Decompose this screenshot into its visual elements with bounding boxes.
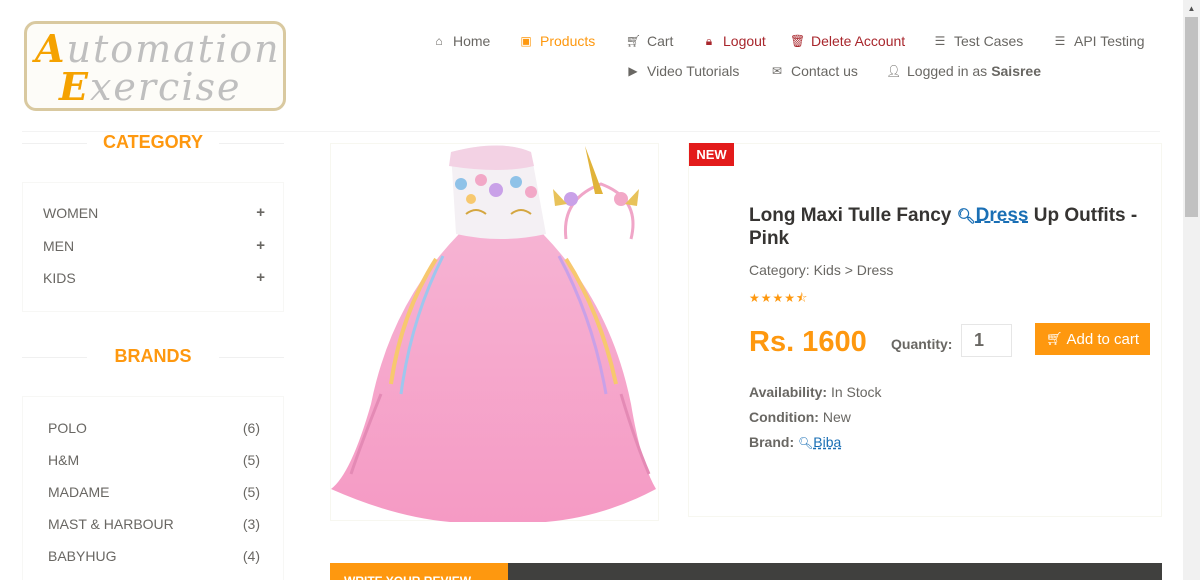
tab-write-review[interactable]: WRITE YOUR REVIEW	[330, 563, 508, 580]
category-panel: WOMEN + MEN + KIDS +	[22, 182, 284, 312]
scroll-thumb[interactable]	[1185, 17, 1198, 217]
list-icon: ☰	[934, 34, 946, 48]
cart-icon: 🛒︎	[1045, 331, 1063, 346]
category-women[interactable]: WOMEN +	[43, 204, 265, 221]
category-title: CATEGORY	[22, 132, 284, 153]
nav-logged-in[interactable]: 👤︎ Logged in as Saisree	[886, 63, 1041, 79]
plus-icon[interactable]: +	[256, 237, 265, 254]
nav-video-tutorials[interactable]: ▶ Video Tutorials	[626, 63, 739, 79]
quantity-label: Quantity:	[891, 336, 953, 352]
brand-item[interactable]: POLO (6)	[48, 420, 260, 436]
new-badge: NEW	[689, 143, 734, 166]
nav-api-testing[interactable]: ☰ API Testing	[1053, 33, 1145, 49]
cart-icon: 🛒︎	[626, 34, 642, 48]
user-icon: 👤︎	[886, 64, 902, 78]
scroll-up-arrow-icon[interactable]: ▲	[1183, 0, 1200, 17]
nav-test-cases[interactable]: ☰ Test Cases	[933, 33, 1024, 49]
nav-logout[interactable]: 🔒︎ Logout	[702, 33, 766, 49]
brands-title: BRANDS	[22, 346, 284, 367]
nav-cart[interactable]: 🛒︎ Cart	[626, 33, 673, 49]
site-logo[interactable]: Automation Exercise	[24, 21, 286, 111]
condition: Condition: New	[749, 409, 851, 425]
list-icon: ☰	[1054, 34, 1066, 48]
username: Saisree	[991, 63, 1042, 79]
nav-contact-us[interactable]: ✉ Contact us	[770, 63, 858, 79]
product-category: Category: Kids > Dress	[749, 262, 894, 278]
nav-delete-account[interactable]: 🗑︎ Delete Account	[790, 33, 905, 49]
dress-image	[331, 145, 656, 522]
product-icon: ▣	[520, 34, 532, 48]
product-price: Rs. 1600	[749, 326, 867, 358]
category-men[interactable]: MEN +	[43, 237, 265, 254]
page-scrollbar[interactable]: ▲	[1183, 0, 1200, 580]
home-icon: ⌂	[435, 34, 443, 48]
brand: Brand: 🔍︎Biba	[749, 434, 842, 450]
nav-products[interactable]: ▣ Products	[519, 33, 595, 49]
nav-home[interactable]: ⌂ Home	[432, 33, 490, 49]
rating-stars: ★★★★⯪	[749, 291, 809, 305]
category-kids[interactable]: KIDS +	[43, 269, 265, 286]
brand-item[interactable]: MAST & HARBOUR (3)	[48, 516, 260, 532]
product-name: Long Maxi Tulle Fancy 🔍︎Dress Up Outfits…	[749, 205, 1138, 249]
magnifier-icon: 🔍︎	[798, 436, 814, 450]
youtube-icon: ▶	[628, 64, 638, 78]
availability: Availability: In Stock	[749, 384, 882, 400]
quantity-input[interactable]	[961, 324, 1012, 357]
trash-icon: 🗑︎	[790, 34, 806, 48]
brand-item[interactable]: H&M (5)	[48, 452, 260, 468]
logo-line-2: Exercise	[59, 64, 242, 109]
brand-item[interactable]: BABYHUG (4)	[48, 548, 260, 564]
product-name-link[interactable]: Dress	[976, 205, 1029, 226]
envelope-icon: ✉	[771, 64, 783, 78]
product-image	[330, 143, 659, 522]
brand-link[interactable]: Biba	[813, 434, 841, 450]
add-to-cart-button[interactable]: 🛒︎ Add to cart	[1035, 323, 1150, 355]
plus-icon[interactable]: +	[256, 204, 265, 221]
magnifier-icon: 🔍︎	[956, 208, 976, 225]
lock-icon: 🔒︎	[705, 33, 713, 48]
brand-item[interactable]: MADAME (5)	[48, 484, 260, 500]
plus-icon[interactable]: +	[256, 269, 265, 286]
brands-panel: POLO (6) H&M (5) MADAME (5) MAST & HARBOUR(…	[22, 396, 284, 580]
